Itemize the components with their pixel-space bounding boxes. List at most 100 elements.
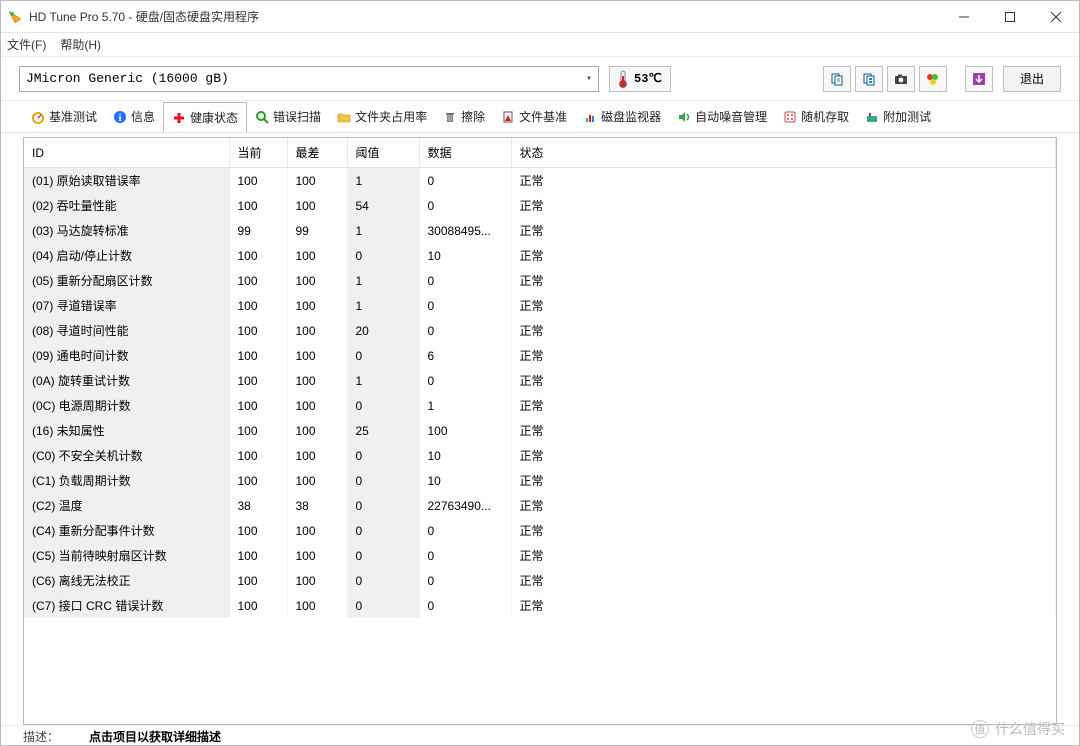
tab-erase[interactable]: 擦除 xyxy=(435,102,493,131)
tab-info[interactable]: i 信息 xyxy=(105,102,163,131)
temperature-display: 53℃ xyxy=(609,66,671,92)
cell-worst: 100 xyxy=(287,393,347,418)
tab-file-benchmark[interactable]: 文件基准 xyxy=(493,102,575,131)
cell-worst: 100 xyxy=(287,268,347,293)
table-row[interactable]: (C2) 温度3838022763490...正常 xyxy=(24,493,1056,518)
table-row[interactable]: (C6) 离线无法校正10010000正常 xyxy=(24,568,1056,593)
table-row[interactable]: (C1) 负载周期计数100100010正常 xyxy=(24,468,1056,493)
cell-worst: 100 xyxy=(287,318,347,343)
cell-id: (C4) 重新分配事件计数 xyxy=(24,518,229,543)
cell-threshold: 0 xyxy=(347,393,419,418)
col-id[interactable]: ID xyxy=(24,138,229,168)
tab-label: 健康状态 xyxy=(190,109,238,126)
cell-data: 0 xyxy=(419,168,511,194)
window-title: HD Tune Pro 5.70 - 硬盘/固态硬盘实用程序 xyxy=(29,8,259,25)
cell-current: 100 xyxy=(229,193,287,218)
tab-random-access[interactable]: 随机存取 xyxy=(775,102,857,131)
table-row[interactable]: (C5) 当前待映射扇区计数10010000正常 xyxy=(24,543,1056,568)
cell-worst: 100 xyxy=(287,418,347,443)
table-row[interactable]: (07) 寻道错误率10010010正常 xyxy=(24,293,1056,318)
table-row[interactable]: (0C) 电源周期计数10010001正常 xyxy=(24,393,1056,418)
cell-threshold: 0 xyxy=(347,243,419,268)
cell-data: 0 xyxy=(419,518,511,543)
cell-status: 正常 xyxy=(511,493,1056,518)
drive-select[interactable]: JMicron Generic (16000 gB) ▾ xyxy=(19,66,599,92)
tab-folder-usage[interactable]: 文件夹占用率 xyxy=(329,102,435,131)
cell-worst: 100 xyxy=(287,243,347,268)
table-row[interactable]: (C0) 不安全关机计数100100010正常 xyxy=(24,443,1056,468)
cell-data: 10 xyxy=(419,443,511,468)
smart-table[interactable]: ID 当前 最差 阈值 数据 状态 (01) 原始读取错误率10010010正常… xyxy=(24,138,1056,618)
table-row[interactable]: (04) 启动/停止计数100100010正常 xyxy=(24,243,1056,268)
exit-button[interactable]: 退出 xyxy=(1003,66,1061,92)
cell-data: 0 xyxy=(419,368,511,393)
cell-current: 100 xyxy=(229,168,287,194)
menu-bar: 文件(F) 帮助(H) xyxy=(1,33,1079,57)
cell-data: 22763490... xyxy=(419,493,511,518)
table-row[interactable]: (03) 马达旋转标准9999130088495...正常 xyxy=(24,218,1056,243)
cell-current: 100 xyxy=(229,568,287,593)
save-button[interactable] xyxy=(965,66,993,92)
cell-status: 正常 xyxy=(511,343,1056,368)
table-row[interactable]: (C7) 接口 CRC 错误计数10010000正常 xyxy=(24,593,1056,618)
chart-icon xyxy=(583,110,597,124)
cell-status: 正常 xyxy=(511,168,1056,194)
tab-health[interactable]: 健康状态 xyxy=(163,102,247,133)
cell-threshold: 0 xyxy=(347,468,419,493)
tab-disk-monitor[interactable]: 磁盘监视器 xyxy=(575,102,669,131)
screenshot-button[interactable] xyxy=(887,66,915,92)
description-label: 描述： xyxy=(23,728,59,745)
cell-status: 正常 xyxy=(511,268,1056,293)
tab-aam[interactable]: 自动噪音管理 xyxy=(669,102,775,131)
cell-id: (01) 原始读取错误率 xyxy=(24,168,229,194)
table-row[interactable]: (0A) 旋转重试计数10010010正常 xyxy=(24,368,1056,393)
cell-data: 0 xyxy=(419,293,511,318)
col-status[interactable]: 状态 xyxy=(511,138,1056,168)
col-data[interactable]: 数据 xyxy=(419,138,511,168)
col-current[interactable]: 当前 xyxy=(229,138,287,168)
table-row[interactable]: (02) 吞吐量性能100100540正常 xyxy=(24,193,1056,218)
tab-extra-tests[interactable]: 附加测试 xyxy=(857,102,939,131)
color-button[interactable] xyxy=(919,66,947,92)
table-row[interactable]: (16) 未知属性10010025100正常 xyxy=(24,418,1056,443)
table-row[interactable]: (09) 通电时间计数10010006正常 xyxy=(24,343,1056,368)
cell-threshold: 54 xyxy=(347,193,419,218)
drive-label: JMicron Generic (16000 gB) xyxy=(26,71,229,86)
app-icon xyxy=(7,9,23,25)
menu-file[interactable]: 文件(F) xyxy=(7,36,46,53)
thermometer-icon xyxy=(618,70,628,88)
cell-threshold: 1 xyxy=(347,268,419,293)
menu-help[interactable]: 帮助(H) xyxy=(60,36,101,53)
table-row[interactable]: (C4) 重新分配事件计数10010000正常 xyxy=(24,518,1056,543)
tab-error-scan[interactable]: 错误扫描 xyxy=(247,102,329,131)
table-row[interactable]: (01) 原始读取错误率10010010正常 xyxy=(24,168,1056,194)
table-row[interactable]: (08) 寻道时间性能100100200正常 xyxy=(24,318,1056,343)
cell-threshold: 1 xyxy=(347,168,419,194)
cell-data: 100 xyxy=(419,418,511,443)
cell-data: 0 xyxy=(419,318,511,343)
cell-worst: 38 xyxy=(287,493,347,518)
table-row[interactable]: (05) 重新分配扇区计数10010010正常 xyxy=(24,268,1056,293)
cell-current: 99 xyxy=(229,218,287,243)
cell-data: 10 xyxy=(419,243,511,268)
copy-info-button[interactable] xyxy=(855,66,883,92)
copy-text-button[interactable] xyxy=(823,66,851,92)
cell-data: 0 xyxy=(419,568,511,593)
tab-benchmark[interactable]: 基准测试 xyxy=(23,102,105,131)
magnifier-icon xyxy=(255,110,269,124)
cell-status: 正常 xyxy=(511,393,1056,418)
col-worst[interactable]: 最差 xyxy=(287,138,347,168)
cell-data: 0 xyxy=(419,543,511,568)
cell-status: 正常 xyxy=(511,593,1056,618)
chevron-down-icon: ▾ xyxy=(586,73,592,85)
col-threshold[interactable]: 阈值 xyxy=(347,138,419,168)
cell-id: (08) 寻道时间性能 xyxy=(24,318,229,343)
toolbar: JMicron Generic (16000 gB) ▾ 53℃ xyxy=(1,57,1079,101)
speaker-icon xyxy=(677,110,691,124)
minimize-button[interactable] xyxy=(941,1,987,33)
cell-worst: 99 xyxy=(287,218,347,243)
maximize-button[interactable] xyxy=(987,1,1033,33)
close-button[interactable] xyxy=(1033,1,1079,33)
description-text: 点击项目以获取详细描述 xyxy=(89,728,221,745)
cell-current: 100 xyxy=(229,518,287,543)
